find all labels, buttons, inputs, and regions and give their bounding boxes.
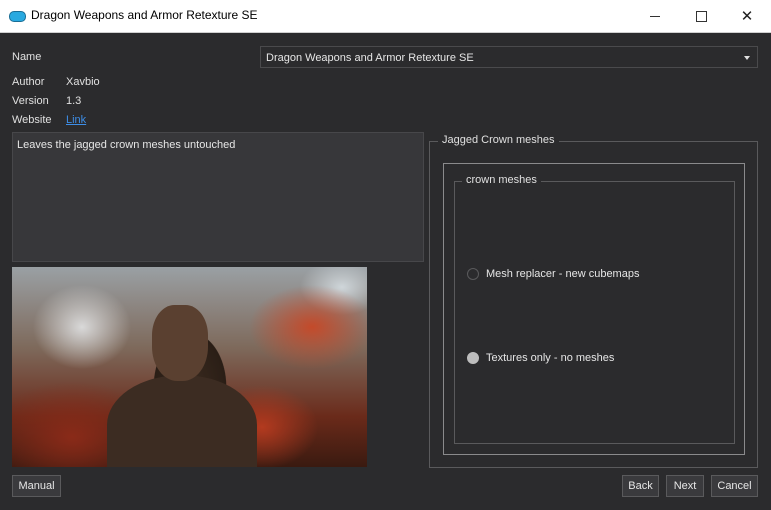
option-label: Textures only - no meshes — [486, 352, 615, 364]
maximize-icon — [695, 10, 707, 22]
version-value: 1.3 — [66, 95, 82, 107]
website-link[interactable]: Link — [66, 114, 86, 126]
option-label: Mesh replacer - new cubemaps — [486, 268, 640, 280]
armor-body-shape — [107, 375, 257, 467]
radio-unchecked[interactable] — [467, 268, 479, 280]
description-text: Leaves the jagged crown meshes untouched — [17, 139, 236, 151]
author-label: Author — [12, 76, 45, 88]
author-value: Xavbio — [66, 76, 100, 88]
minimize-icon — [650, 15, 660, 17]
title-bar: Dragon Weapons and Armor Retexture SE ✕ — [0, 0, 771, 33]
name-label: Name — [12, 51, 42, 63]
close-icon: ✕ — [740, 6, 754, 25]
version-label: Version — [12, 95, 49, 107]
minimize-button[interactable] — [632, 0, 678, 32]
group-title: Jagged Crown meshes — [438, 134, 559, 146]
preview-image — [12, 267, 367, 467]
website-label: Website — [12, 114, 52, 126]
option-textures-only[interactable]: Textures only - no meshes — [467, 352, 614, 364]
app-icon — [9, 11, 26, 22]
description-box: Leaves the jagged crown meshes untouched — [12, 132, 424, 262]
radio-checked[interactable] — [467, 352, 479, 364]
helmet-head-shape — [152, 305, 208, 381]
subgroup-title: crown meshes — [462, 174, 541, 186]
cancel-button[interactable]: Cancel — [711, 475, 758, 497]
close-button[interactable]: ✕ — [724, 0, 770, 32]
mod-selector-value: Dragon Weapons and Armor Retexture SE — [266, 52, 474, 64]
chevron-down-icon — [744, 56, 750, 60]
mod-selector-dropdown[interactable]: Dragon Weapons and Armor Retexture SE — [260, 46, 758, 68]
manual-button[interactable]: Manual — [12, 475, 61, 497]
option-mesh-replacer[interactable]: Mesh replacer - new cubemaps — [467, 268, 639, 280]
maximize-button[interactable] — [678, 0, 724, 32]
window-title: Dragon Weapons and Armor Retexture SE — [31, 8, 258, 22]
back-button[interactable]: Back — [622, 475, 659, 497]
next-button[interactable]: Next — [666, 475, 704, 497]
crown-meshes-group: crown meshes — [454, 174, 735, 444]
